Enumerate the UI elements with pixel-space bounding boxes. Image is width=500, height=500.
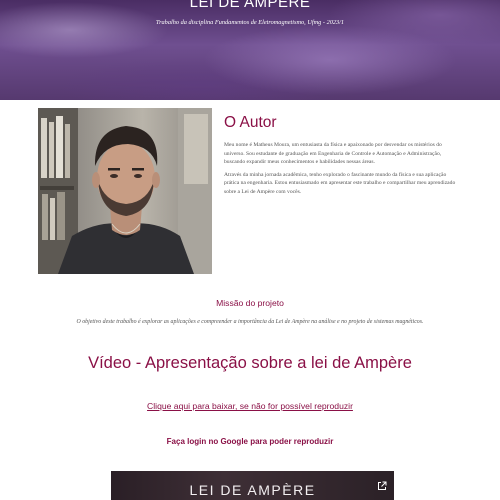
video-embed-title: LEI DE AMPÈRE — [189, 482, 316, 498]
video-embed[interactable]: LEI DE AMPÈRE — [111, 471, 394, 500]
author-heading: O Autor — [224, 114, 277, 131]
hero-banner: LEI DE AMPÈRE Trabalho da disciplina Fun… — [0, 0, 500, 100]
mission-heading: Missão do projeto — [216, 298, 284, 308]
download-video-link[interactable]: Clique aqui para baixar, se não for poss… — [0, 401, 500, 411]
open-in-new-icon[interactable] — [377, 476, 387, 490]
video-heading: Vídeo - Apresentação sobre a lei de Ampè… — [88, 354, 412, 372]
author-photo — [38, 108, 212, 274]
author-bio-paragraph: Meu nome é Matheus Moura, um entusiasta … — [224, 142, 442, 166]
mission-text: O objetivo deste trabalho é explorar as … — [76, 319, 424, 325]
site-subtitle: Trabalho da disciplina Fundamentos de El… — [155, 19, 345, 26]
author-bio-paragraph: Através da minha jornada acadêmica, tenh… — [224, 171, 456, 195]
site-title: LEI DE AMPÈRE — [189, 0, 311, 11]
login-note: Faça login no Google para poder reproduz… — [166, 437, 334, 446]
author-bio: Meu nome é Matheus Moura, um entusiasta … — [224, 141, 456, 201]
